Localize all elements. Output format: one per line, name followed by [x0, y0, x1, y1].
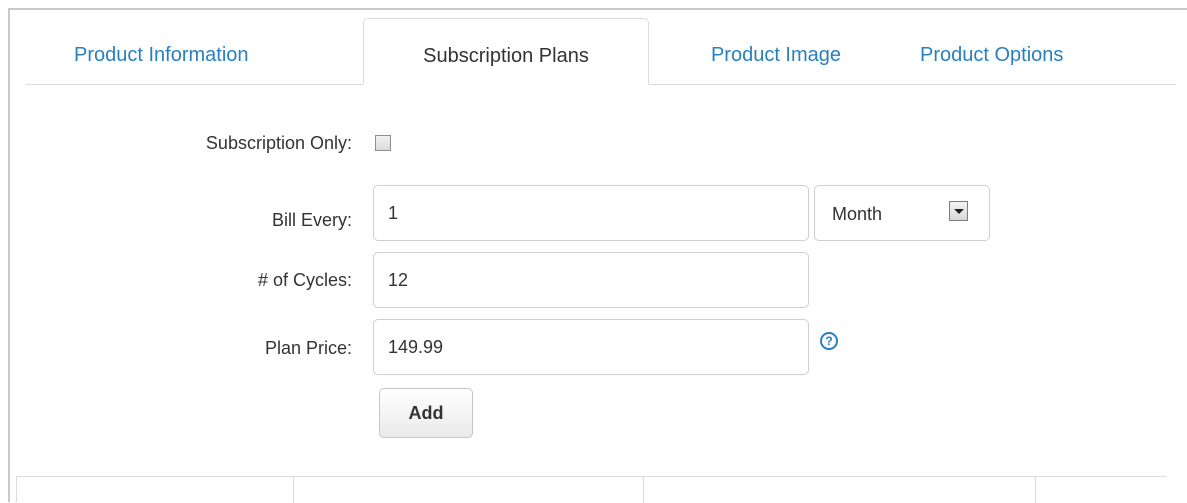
subscription-only-checkbox[interactable]: [375, 135, 391, 151]
column-divider: [293, 477, 294, 503]
tab-product-information[interactable]: Product Information: [74, 18, 344, 84]
chevron-down-icon[interactable]: [949, 201, 968, 221]
cycles-label: # of Cycles:: [257, 270, 352, 290]
bill-period-value: Month: [832, 204, 883, 224]
bill-every-input[interactable]: 1: [373, 185, 809, 241]
tab-subscription-plans[interactable]: Subscription Plans: [363, 18, 649, 85]
tab-product-options[interactable]: Product Options: [920, 18, 1140, 84]
tab-bar: Product Information Subscription Plans P…: [26, 18, 1176, 85]
subscription-only-label: Subscription Only:: [205, 133, 352, 153]
bill-every-label: Bill Every:: [271, 210, 352, 230]
question-circle-icon[interactable]: ?: [820, 332, 838, 350]
add-button[interactable]: Add: [379, 388, 473, 438]
column-divider: [1035, 477, 1036, 503]
plan-price-label: Plan Price:: [264, 338, 352, 358]
tab-product-image[interactable]: Product Image: [676, 18, 876, 84]
plans-table-header: [16, 476, 1166, 503]
cycles-input[interactable]: 12: [373, 252, 809, 308]
bill-period-select[interactable]: Month: [814, 185, 990, 241]
plan-price-input[interactable]: 149.99: [373, 319, 809, 375]
column-divider: [643, 477, 644, 503]
